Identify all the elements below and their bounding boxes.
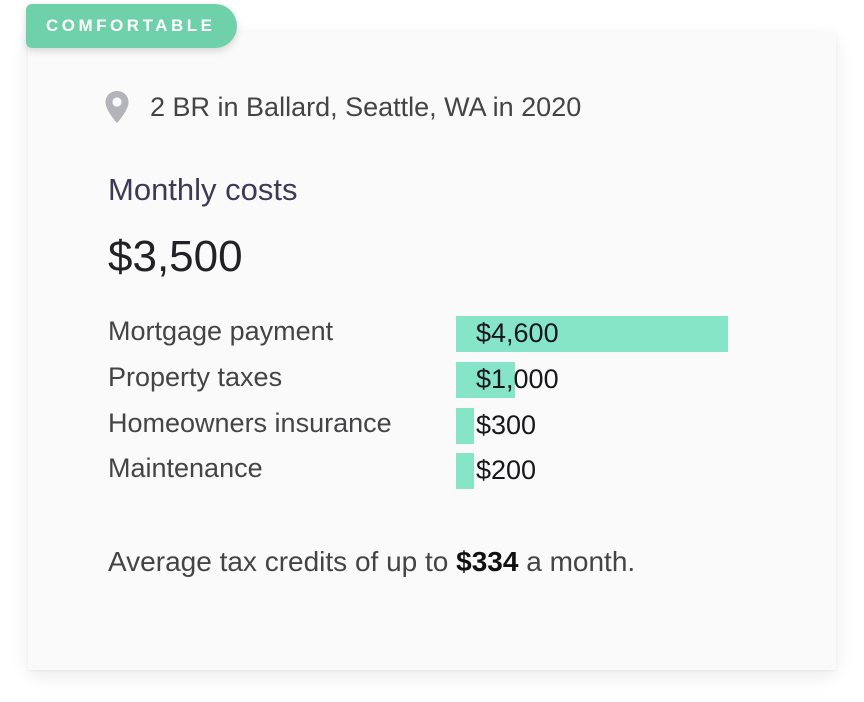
cost-value: $1,000	[476, 364, 559, 394]
cost-value: $300	[476, 410, 537, 440]
cost-label: Homeowners insurance	[108, 408, 392, 438]
tax-credit-prefix: Average tax credits of up to	[108, 546, 457, 577]
comfortable-badge: COMFORTABLE	[26, 4, 238, 48]
cost-bar	[456, 408, 474, 444]
cost-label: Maintenance	[108, 453, 263, 483]
tax-credit-note: Average tax credits of up to $334 a mont…	[108, 546, 635, 578]
badge-label: COMFORTABLE	[46, 16, 216, 35]
cost-row-property-taxes: Property taxes $1,000	[108, 362, 748, 402]
cost-label: Property taxes	[108, 362, 283, 392]
cost-row-insurance: Homeowners insurance $300	[108, 408, 748, 448]
cost-bar	[456, 453, 474, 489]
location-row: 2 BR in Ballard, Seattle, WA in 2020	[104, 90, 581, 124]
location-text: 2 BR in Ballard, Seattle, WA in 2020	[150, 91, 582, 122]
monthly-costs-title: Monthly costs	[108, 172, 298, 207]
monthly-total: $3,500	[108, 232, 243, 281]
cost-value: $4,600	[476, 318, 559, 348]
cost-row-mortgage: Mortgage payment $4,600	[108, 316, 748, 356]
map-pin-icon	[105, 91, 129, 123]
cost-value: $200	[476, 455, 537, 485]
tax-credit-amount: $334	[456, 546, 519, 577]
cost-row-maintenance: Maintenance $200	[108, 453, 748, 493]
cost-label: Mortgage payment	[108, 316, 334, 346]
tax-credit-suffix: a month.	[518, 546, 636, 577]
